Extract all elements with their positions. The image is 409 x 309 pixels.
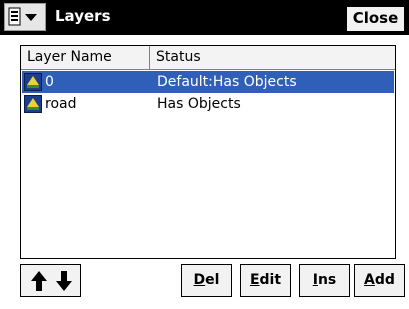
title-bar: Layers Close: [0, 0, 409, 35]
ins-button-label: ns: [317, 272, 337, 288]
column-header-status[interactable]: Status: [150, 46, 395, 70]
list-item[interactable]: road Has Objects: [22, 93, 394, 115]
add-button-label: dd: [374, 272, 395, 288]
layers-menu-icon: [8, 7, 37, 26]
del-button-accel: D: [193, 272, 206, 288]
arrow-down-icon[interactable]: [51, 269, 77, 293]
layer-status: Default:Has Objects: [157, 74, 297, 90]
layer-icon: [24, 73, 42, 91]
layers-menu-button[interactable]: [4, 3, 46, 31]
layer-status: Has Objects: [157, 96, 241, 112]
ins-button[interactable]: Ins: [299, 264, 350, 297]
edit-button-label: dit: [259, 272, 282, 288]
edit-button-accel: E: [249, 272, 260, 288]
move-buttons: [20, 264, 81, 297]
arrow-up-icon[interactable]: [26, 269, 52, 293]
del-button-label: el: [205, 272, 220, 288]
close-button[interactable]: Close: [346, 6, 405, 32]
column-header-layer-name[interactable]: Layer Name: [21, 46, 150, 70]
layer-name: road: [45, 96, 77, 112]
layer-name: 0: [45, 74, 54, 90]
window-title: Layers: [55, 7, 111, 25]
del-button[interactable]: Del: [181, 264, 232, 297]
add-button[interactable]: Add: [354, 264, 405, 297]
add-button-accel: A: [364, 272, 375, 288]
layers-list[interactable]: Layer Name Status 0 Default:Has Objects …: [20, 45, 396, 259]
layer-icon: [24, 95, 42, 113]
edit-button[interactable]: Edit: [240, 264, 291, 297]
list-item[interactable]: 0 Default:Has Objects: [22, 71, 394, 93]
